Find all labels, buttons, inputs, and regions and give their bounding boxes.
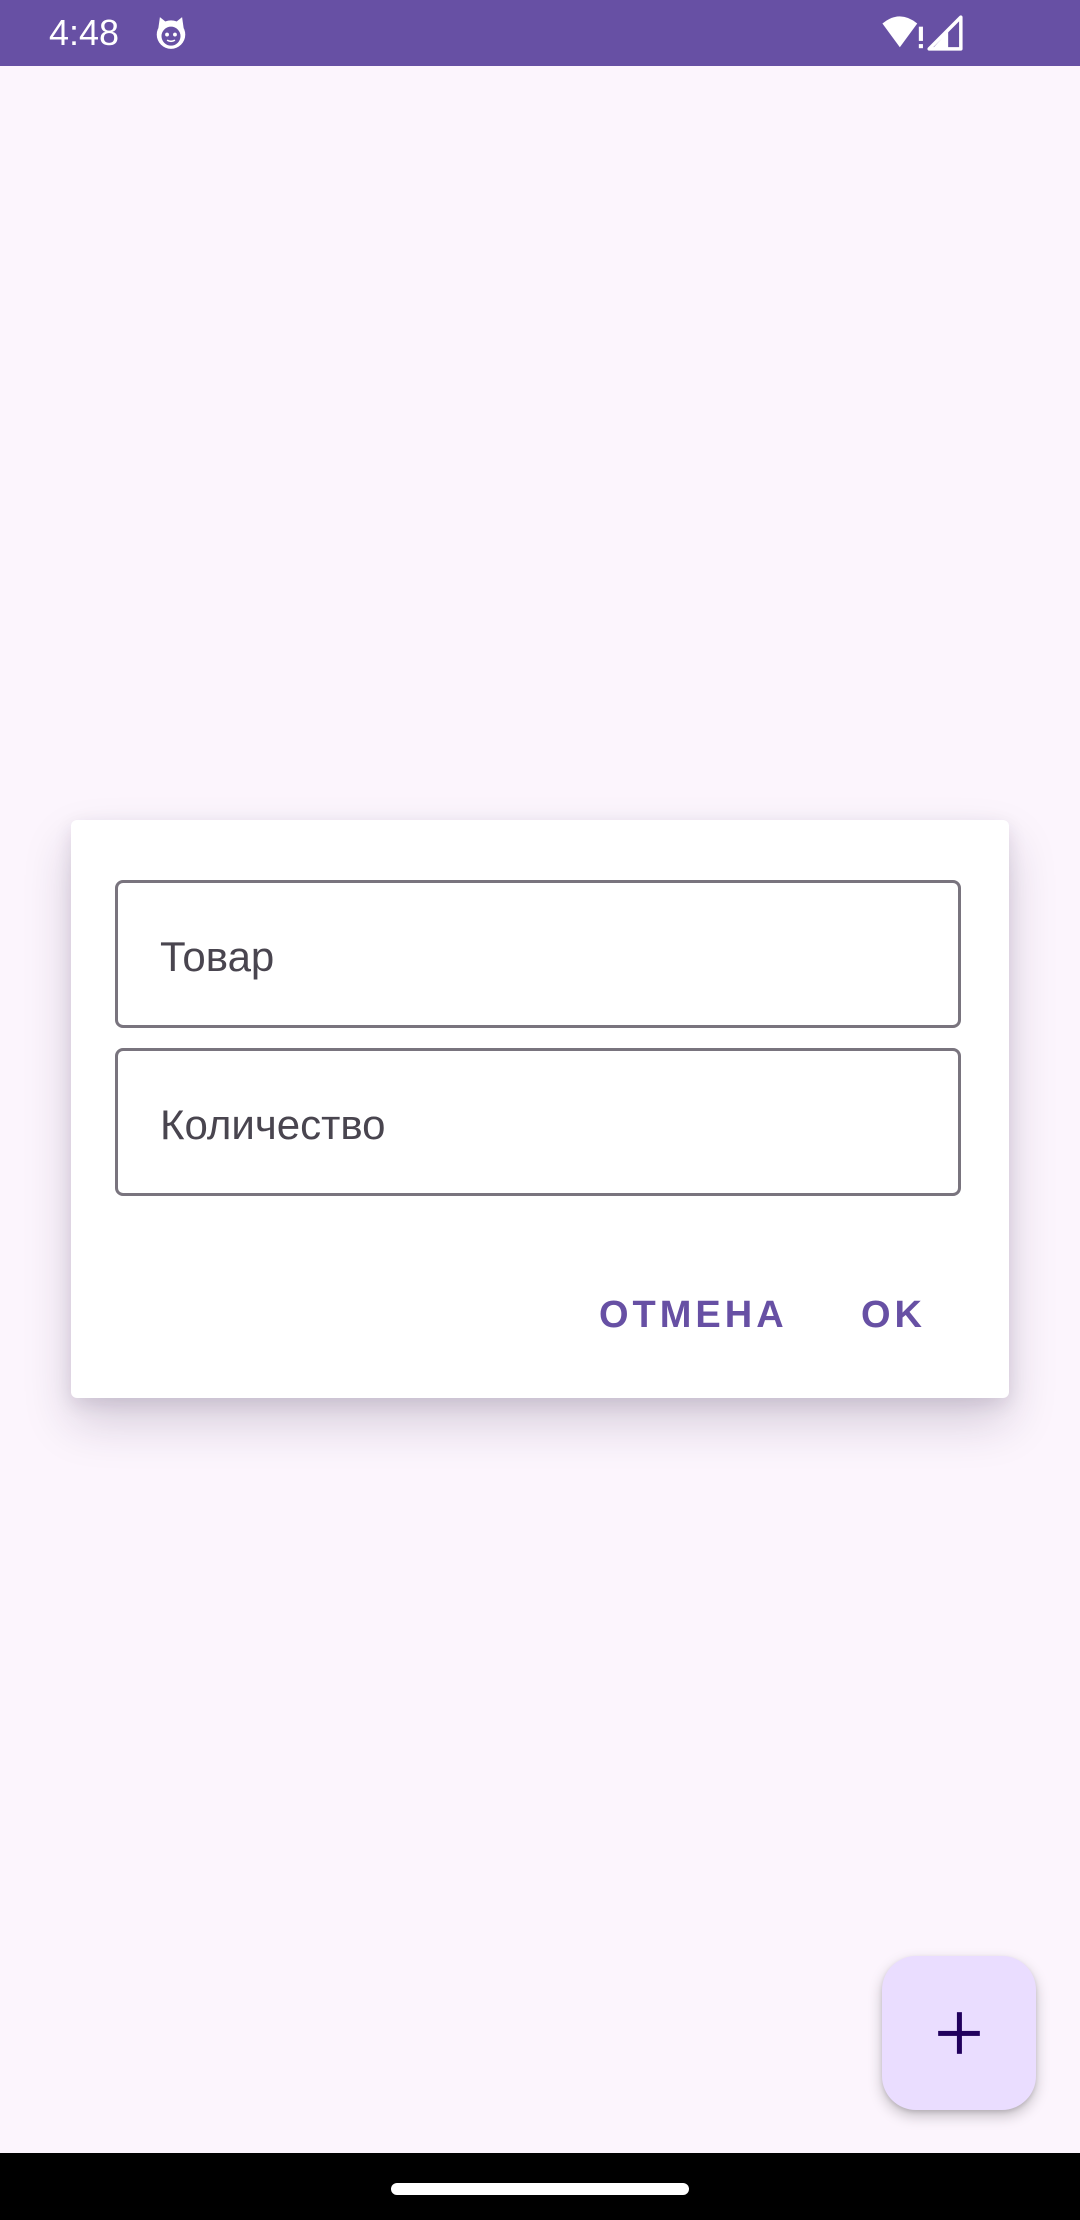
navigation-bar [0,2153,1080,2220]
product-field[interactable]: Товар [115,880,961,1028]
android-cat-icon [156,17,186,49]
home-gesture-handle[interactable] [391,2183,689,2195]
quantity-field[interactable]: Количество [115,1048,961,1196]
wifi-alert-icon [882,16,923,49]
status-bar: 4:48 [0,0,1080,66]
cancel-button[interactable]: ОТМЕНА [599,1280,788,1350]
add-item-dialog: Товар Количество ОТМЕНА OK [71,820,1009,1398]
cell-signal-icon [927,15,963,51]
plus-icon [938,2012,980,2054]
status-time: 4:48 [49,12,120,53]
ok-button[interactable]: OK [861,1280,926,1350]
add-fab-button[interactable] [882,1956,1036,2110]
